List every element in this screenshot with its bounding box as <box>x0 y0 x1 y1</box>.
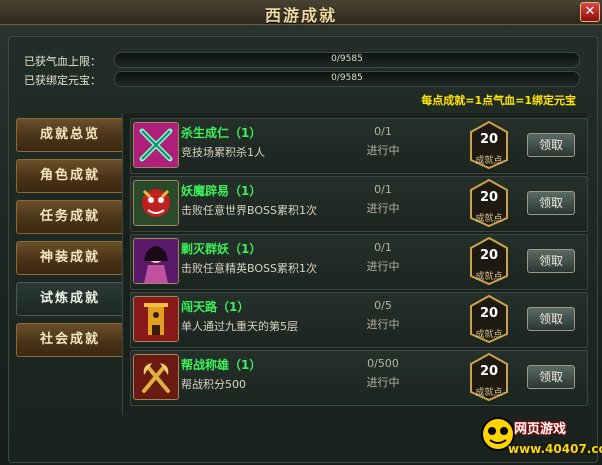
hp-progress-bar: 0/9585 <box>114 52 580 68</box>
achievement-points-badge: 20 成就点 <box>469 120 509 170</box>
achievement-desc: 击败任意世界BOSS累积1次 <box>181 204 317 217</box>
achievement-points-label: 成就点 <box>475 156 503 166</box>
achievement-status: 进行中 <box>366 318 400 331</box>
sidebar-item-trial[interactable]: 试炼成就 <box>16 282 124 316</box>
sidebar-item-overview[interactable]: 成就总览 <box>16 118 124 152</box>
achievement-row: 剿灭群妖（1） 击败任意精英BOSS累积1次 0/1 进行中 20 成就点 领取 <box>130 234 588 290</box>
demon-icon <box>133 180 179 226</box>
claim-button[interactable]: 领取 <box>527 133 575 157</box>
achievement-name: 杀生成仁（1） <box>181 126 262 140</box>
achievement-points: 20 <box>479 248 499 263</box>
achievement-progress: 0/1 <box>374 183 392 196</box>
window-title: 西游成就 <box>264 6 337 25</box>
claim-button[interactable]: 领取 <box>527 249 575 273</box>
exchange-rate-note: 每点成就=1点气血=1绑定元宝 <box>421 94 576 107</box>
achievement-points: 20 <box>479 190 499 205</box>
sidebar-item-equipment[interactable]: 神装成就 <box>16 241 124 275</box>
achievement-status: 进行中 <box>366 260 400 273</box>
hp-progress-label: 已获气血上限： <box>24 55 101 68</box>
achievement-name: 帮战称雄（1） <box>181 358 262 372</box>
site-watermark: 网页游戏 www.40407.com <box>474 410 602 465</box>
achievement-points-badge: 20 成就点 <box>469 178 509 228</box>
lady-icon <box>133 238 179 284</box>
achievement-name: 妖魔辟易（1） <box>181 184 262 198</box>
sidebar-item-character[interactable]: 角色成就 <box>16 159 124 193</box>
achievement-status: 进行中 <box>366 376 400 389</box>
hp-progress-value: 0/9585 <box>331 54 363 64</box>
achievement-progress: 0/500 <box>367 357 399 370</box>
achievement-name: 闯天路（1） <box>181 300 250 314</box>
achievement-points-badge: 20 成就点 <box>469 236 509 286</box>
achievement-points-badge: 20 成就点 <box>469 352 509 402</box>
achievement-row: 闯天路（1） 单人通过九重天的第5层 0/5 进行中 20 成就点 领取 <box>130 292 588 348</box>
ingot-progress-value: 0/9585 <box>331 73 363 83</box>
ingot-progress-bar: 0/9585 <box>114 71 580 87</box>
achievement-points: 20 <box>479 364 499 379</box>
achievement-desc: 竞技场累积杀1人 <box>181 146 265 159</box>
axes-icon <box>133 354 179 400</box>
achievement-desc: 击败任意精英BOSS累积1次 <box>181 262 317 275</box>
achievement-progress: 0/1 <box>374 125 392 138</box>
achievement-status: 进行中 <box>366 202 400 215</box>
achievement-window: 西游成就 ✕ 已获气血上限： 0/9585 已获绑定元宝： 0/9585 每点成… <box>0 0 602 465</box>
achievement-row: 妖魔辟易（1） 击败任意世界BOSS累积1次 0/1 进行中 20 成就点 领取 <box>130 176 588 232</box>
sidebar-item-quest[interactable]: 任务成就 <box>16 200 124 234</box>
achievement-desc: 单人通过九重天的第5层 <box>181 320 298 333</box>
tower-icon <box>133 296 179 342</box>
claim-button[interactable]: 领取 <box>527 365 575 389</box>
claim-button[interactable]: 领取 <box>527 191 575 215</box>
achievement-status: 进行中 <box>366 144 400 157</box>
claim-button[interactable]: 领取 <box>527 307 575 331</box>
achievement-points-label: 成就点 <box>475 214 503 224</box>
close-button[interactable]: ✕ <box>580 2 600 22</box>
watermark-line1: 网页游戏 <box>514 422 567 437</box>
achievement-points: 20 <box>479 306 499 321</box>
achievement-points-label: 成就点 <box>475 330 503 340</box>
achievement-desc: 帮战积分500 <box>181 378 246 391</box>
ingot-progress-label: 已获绑定元宝： <box>24 74 101 87</box>
achievement-progress: 0/5 <box>374 299 392 312</box>
achievement-points: 20 <box>479 132 499 147</box>
sidebar-item-social[interactable]: 社会成就 <box>16 323 124 357</box>
achievement-row: 杀生成仁（1） 竞技场累积杀1人 0/1 进行中 20 成就点 领取 <box>130 118 588 174</box>
achievement-row: 帮战称雄（1） 帮战积分500 0/500 进行中 20 成就点 领取 <box>130 350 588 406</box>
crossed-swords-icon <box>133 122 179 168</box>
achievement-points-label: 成就点 <box>475 272 503 282</box>
achievement-name: 剿灭群妖（1） <box>181 242 262 256</box>
title-bar: 西游成就 ✕ <box>0 0 602 25</box>
achievement-points-label: 成就点 <box>475 388 503 398</box>
watermark-line2: www.40407.com <box>508 442 602 456</box>
achievement-points-badge: 20 成就点 <box>469 294 509 344</box>
achievement-progress: 0/1 <box>374 241 392 254</box>
